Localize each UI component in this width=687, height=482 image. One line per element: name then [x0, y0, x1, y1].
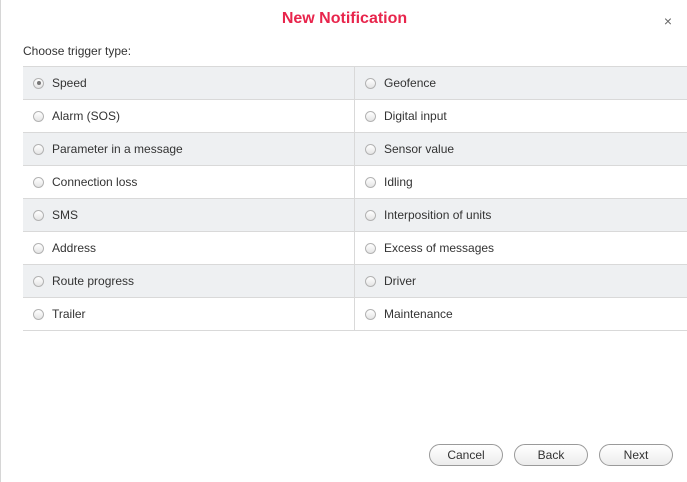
trigger-row: Trailer Maintenance — [23, 298, 687, 331]
radio-icon[interactable] — [33, 308, 44, 320]
trigger-option-label: Idling — [384, 175, 413, 189]
trigger-option-label: Interposition of units — [384, 208, 492, 222]
trigger-option-route-progress[interactable]: Route progress — [23, 265, 355, 297]
trigger-option-sensor-value[interactable]: Sensor value — [355, 133, 687, 165]
trigger-option-sms[interactable]: SMS — [23, 199, 355, 231]
radio-icon[interactable] — [365, 110, 376, 122]
radio-icon[interactable] — [365, 77, 376, 89]
radio-icon[interactable] — [33, 176, 44, 188]
trigger-option-label: Parameter in a message — [52, 142, 183, 156]
trigger-option-label: Address — [52, 241, 97, 255]
trigger-option-maintenance[interactable]: Maintenance — [355, 298, 687, 330]
trigger-option-label: Connection loss — [52, 175, 138, 189]
trigger-option-excess-of-messages[interactable]: Excess of messages — [355, 232, 687, 264]
dialog-title: New Notification — [281, 10, 408, 27]
trigger-row: Parameter in a message Sensor value — [23, 133, 687, 166]
radio-icon[interactable] — [365, 176, 376, 188]
radio-checked-icon[interactable] — [33, 77, 44, 89]
trigger-option-geofence[interactable]: Geofence — [355, 67, 687, 99]
radio-icon[interactable] — [33, 242, 44, 254]
trigger-option-interposition-of-units[interactable]: Interposition of units — [355, 199, 687, 231]
trigger-row: Connection loss Idling — [23, 166, 687, 199]
trigger-option-speed[interactable]: Speed — [23, 67, 355, 99]
trigger-option-trailer[interactable]: Trailer — [23, 298, 355, 330]
radio-icon[interactable] — [365, 308, 376, 320]
cancel-button[interactable]: Cancel — [429, 444, 503, 466]
new-notification-dialog: New Notification × Choose trigger type: … — [0, 0, 687, 482]
trigger-row: SMS Interposition of units — [23, 199, 687, 232]
trigger-row: Address Excess of messages — [23, 232, 687, 265]
trigger-option-label: Digital input — [384, 109, 447, 123]
trigger-option-connection-loss[interactable]: Connection loss — [23, 166, 355, 198]
dialog-button-bar: Cancel Back Next — [429, 444, 673, 466]
trigger-option-label: Driver — [384, 274, 416, 288]
trigger-row: Route progress Driver — [23, 265, 687, 298]
trigger-option-label: Maintenance — [384, 307, 453, 321]
radio-icon[interactable] — [365, 143, 376, 155]
trigger-option-label: Speed — [52, 76, 87, 90]
close-icon[interactable]: × — [661, 14, 675, 28]
radio-icon[interactable] — [365, 275, 376, 287]
radio-icon[interactable] — [33, 143, 44, 155]
trigger-option-parameter-in-message[interactable]: Parameter in a message — [23, 133, 355, 165]
trigger-option-label: Alarm (SOS) — [52, 109, 121, 123]
trigger-option-alarm-sos[interactable]: Alarm (SOS) — [23, 100, 355, 132]
trigger-type-prompt: Choose trigger type: — [23, 44, 132, 58]
trigger-option-digital-input[interactable]: Digital input — [355, 100, 687, 132]
trigger-option-label: SMS — [52, 208, 79, 222]
trigger-option-idling[interactable]: Idling — [355, 166, 687, 198]
back-button[interactable]: Back — [514, 444, 588, 466]
radio-icon[interactable] — [33, 209, 44, 221]
trigger-type-grid: Speed Geofence Alarm (SOS) Digital input… — [23, 66, 687, 331]
trigger-option-label: Excess of messages — [384, 241, 495, 255]
trigger-option-label: Geofence — [384, 76, 437, 90]
trigger-option-driver[interactable]: Driver — [355, 265, 687, 297]
trigger-option-label: Sensor value — [384, 142, 455, 156]
trigger-row: Alarm (SOS) Digital input — [23, 100, 687, 133]
radio-icon[interactable] — [33, 110, 44, 122]
next-button[interactable]: Next — [599, 444, 673, 466]
radio-icon[interactable] — [33, 275, 44, 287]
trigger-row: Speed Geofence — [23, 67, 687, 100]
radio-icon[interactable] — [365, 209, 376, 221]
trigger-option-address[interactable]: Address — [23, 232, 355, 264]
trigger-option-label: Route progress — [52, 274, 135, 288]
radio-icon[interactable] — [365, 242, 376, 254]
trigger-option-label: Trailer — [52, 307, 86, 321]
